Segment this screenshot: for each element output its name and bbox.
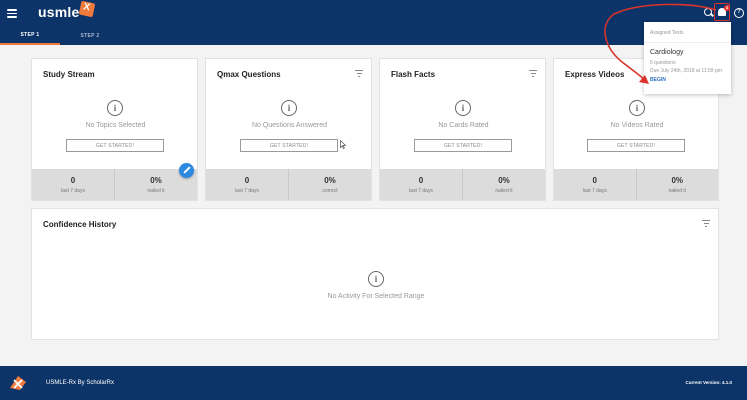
logo-text: usmle xyxy=(38,4,80,20)
logo-badge-icon xyxy=(79,0,96,18)
stat-label: last 7 days xyxy=(582,187,607,194)
footer-version: Current Version: 4.1.0 xyxy=(685,380,732,385)
get-started-button[interactable]: GET STARTED! xyxy=(240,139,338,152)
footer-brand: USMLE-Rx By ScholarRx xyxy=(46,380,115,386)
stats-bar: 0 last 7 days 0% nailed it xyxy=(32,169,197,200)
stat-label: last 7 days xyxy=(61,187,85,194)
assigned-test-question-count: 5 questions xyxy=(650,60,676,66)
stats-bar: 0 last 7 days 0% correct xyxy=(206,169,371,200)
get-started-button[interactable]: GET STARTED! xyxy=(587,139,685,152)
filter-icon[interactable] xyxy=(355,70,363,77)
info-icon: i xyxy=(629,100,645,116)
notifications-button[interactable]: 3 xyxy=(714,3,730,21)
stat-last-7-days: 0 last 7 days xyxy=(554,169,636,200)
confidence-history-card: Confidence History i No Activity For Sel… xyxy=(31,208,719,340)
stat-label: correct xyxy=(322,187,338,194)
stat-label: nailed it xyxy=(495,187,513,194)
begin-test-link[interactable]: BEGIN xyxy=(650,77,666,83)
menu-icon[interactable] xyxy=(7,9,17,19)
get-started-button[interactable]: GET STARTED! xyxy=(66,139,164,152)
stat-value: 0 xyxy=(244,175,250,185)
stat-correct: 0% correct xyxy=(288,169,371,200)
stats-bar: 0 last 7 days 0% nailed it xyxy=(380,169,545,200)
stat-value: 0% xyxy=(671,175,684,185)
study-stream-card: Study Stream i No Topics Selected GET ST… xyxy=(31,58,198,201)
card-title: Study Stream xyxy=(43,70,95,79)
card-title: Express Videos xyxy=(565,70,625,79)
notifications-dropdown: Assigned Tests Cardiology 5 questions Du… xyxy=(644,22,731,94)
stat-label: nailed it xyxy=(668,187,686,194)
stat-nailed-it: 0% nailed it xyxy=(635,169,719,200)
card-title: Qmax Questions xyxy=(217,70,281,79)
stat-label: last 7 days xyxy=(235,187,259,194)
dropdown-heading: Assigned Tests xyxy=(650,30,684,36)
info-icon: i xyxy=(368,271,384,287)
filter-icon[interactable] xyxy=(529,70,537,77)
info-icon: i xyxy=(455,100,471,116)
logo[interactable]: usmle xyxy=(38,0,96,21)
stat-label: nailed it xyxy=(147,187,165,194)
stat-value: 0 xyxy=(70,175,76,185)
stat-nailed-it: 0% nailed it xyxy=(462,169,545,200)
step-tabs: STEP 1 STEP 2 xyxy=(0,27,120,45)
info-icon: i xyxy=(107,100,123,116)
flash-facts-card: Flash Facts i No Cards Rated GET STARTED… xyxy=(379,58,546,201)
footer-logo-icon xyxy=(10,376,26,390)
get-started-button[interactable]: GET STARTED! xyxy=(414,139,512,152)
stat-value: 0% xyxy=(498,175,510,185)
stat-value: 0% xyxy=(324,175,336,185)
empty-state-text: No Cards Rated xyxy=(438,122,489,129)
mouse-cursor-icon xyxy=(340,140,346,149)
empty-state-text: No Topics Selected xyxy=(85,122,146,129)
empty-state-text: No Activity For Selected Range xyxy=(327,293,425,300)
help-icon[interactable]: ? xyxy=(734,8,744,18)
tab-step-2[interactable]: STEP 2 xyxy=(60,27,120,45)
stat-last-7-days: 0 last 7 days xyxy=(380,169,462,200)
stats-bar: 0 last 7 days 0% nailed it xyxy=(554,169,718,200)
divider xyxy=(644,42,731,43)
notification-count-badge: 3 xyxy=(724,5,730,11)
empty-state-text: No Questions Answered xyxy=(251,122,328,129)
top-header: usmle STEP 1 STEP 2 3 ? xyxy=(0,0,747,45)
assigned-test-title[interactable]: Cardiology xyxy=(650,49,683,56)
assigned-test-due-date: Due July 24th, 2018 at 11:59 pm xyxy=(650,68,722,74)
stat-value: 0% xyxy=(150,175,162,185)
stat-value: 0 xyxy=(418,175,424,185)
stat-last-7-days: 0 last 7 days xyxy=(206,169,288,200)
stat-value: 0 xyxy=(592,175,597,185)
info-icon: i xyxy=(281,100,297,116)
pencil-icon[interactable] xyxy=(179,163,194,178)
card-title: Flash Facts xyxy=(391,70,436,79)
filter-icon[interactable] xyxy=(702,220,710,227)
empty-state-text: No Videos Rated xyxy=(610,122,664,129)
qmax-questions-card: Qmax Questions i No Questions Answered G… xyxy=(205,58,372,201)
tab-step-1[interactable]: STEP 1 xyxy=(0,27,60,45)
stat-last-7-days: 0 last 7 days xyxy=(32,169,114,200)
footer: USMLE-Rx By ScholarRx Current Version: 4… xyxy=(0,366,747,400)
stat-label: last 7 days xyxy=(409,187,433,194)
card-title: Confidence History xyxy=(43,220,117,229)
